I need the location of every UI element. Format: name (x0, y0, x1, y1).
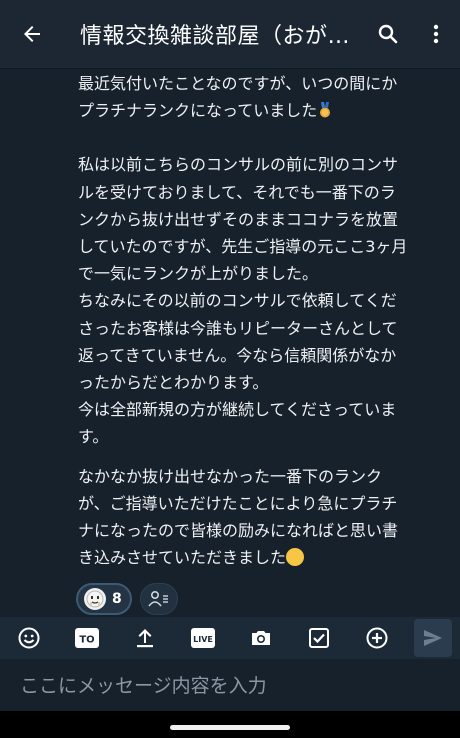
more-vert-icon (433, 24, 439, 44)
message-line: す。 (78, 427, 109, 447)
message-line: 私は以前こちらのコンサルの前に別のコンサ (78, 155, 399, 175)
svg-text:LIVE: LIVE (193, 635, 213, 644)
system-nav-bar (0, 711, 460, 738)
send-icon (424, 630, 442, 646)
to-mention-button[interactable]: TO (58, 617, 116, 659)
message-composer (0, 659, 460, 711)
reaction-count: 8 (112, 591, 122, 607)
reaction-bar: 8 (76, 583, 178, 615)
smiley-icon (18, 627, 40, 649)
message-line: ったからだとわかります。 (78, 373, 269, 393)
message-input[interactable] (18, 669, 442, 703)
task-button[interactable] (290, 617, 348, 659)
back-button[interactable] (0, 0, 64, 68)
reaction-pill[interactable]: 8 (76, 583, 132, 615)
add-reaction-icon (148, 590, 168, 607)
smiling-face-icon (286, 548, 305, 567)
message-line: ンクから抜け出せずそのままココナラを放置 (78, 209, 399, 229)
upload-icon (137, 629, 153, 648)
to-icon: TO (75, 628, 99, 648)
medal-icon (320, 102, 331, 118)
more-options-button[interactable] (412, 0, 460, 68)
home-gesture-bar[interactable] (170, 725, 290, 730)
message-line: き込みさせていただきました (78, 544, 450, 571)
composer-toolbar: TO LIVE (0, 617, 460, 659)
emoji-button[interactable] (0, 617, 58, 659)
camera-icon (252, 631, 270, 645)
checkbox-icon (309, 628, 329, 648)
live-icon: LIVE (191, 628, 215, 648)
send-button[interactable] (414, 619, 452, 657)
plus-circle-icon (366, 627, 388, 649)
search-icon (378, 24, 398, 44)
message-line: 返ってきていません。今なら信頼関係がなか (78, 345, 397, 365)
app-bar: 情報交換雑談部屋（おが… (0, 0, 460, 69)
message-line: 最近気付いたことなのですが、いつの間にか (78, 74, 398, 93)
search-button[interactable] (364, 0, 412, 68)
more-actions-button[interactable] (348, 617, 406, 659)
upload-button[interactable] (116, 617, 174, 659)
message-line: 今は全部新規の方が継続してくださっていま (78, 400, 397, 420)
add-reaction-button[interactable] (139, 583, 178, 615)
message-line: ナになったので皆様の励みになればと思い書 (78, 521, 399, 541)
message-line: プラチナランクになっていました (78, 97, 450, 124)
message-line: なかなか抜け出せなかった一番下のランク (78, 466, 383, 486)
message-line: ルを受けておりまして、それでも一番下のラ (78, 182, 396, 202)
arrow-left-icon (24, 26, 40, 42)
svg-text:TO: TO (79, 635, 94, 646)
face-emoji-icon (84, 588, 106, 610)
message-line: さったお客様は今誰もリピーターさんとして (78, 318, 398, 338)
chat-title: 情報交換雑談部屋（おが… (80, 24, 351, 49)
message-line: で一気にランクが上がりました。 (78, 264, 319, 284)
message-line: ちなみにその以前のコンサルで依頼してくだ (78, 291, 397, 311)
camera-button[interactable] (232, 617, 290, 659)
message-line: が、ご指導いただけたことにより急にプラチ (78, 493, 398, 513)
live-button[interactable]: LIVE (174, 617, 232, 659)
message-text: プラチナランクになっていました (78, 101, 318, 121)
message-line: していたのですが、先生ご指導の元ここ3ヶ月 (78, 237, 408, 257)
message-body: 最近気付いたことなのですが、いつの間にか プラチナランクになっていました 私は以… (78, 70, 450, 571)
message-text: き込みさせていただきました (78, 548, 287, 568)
